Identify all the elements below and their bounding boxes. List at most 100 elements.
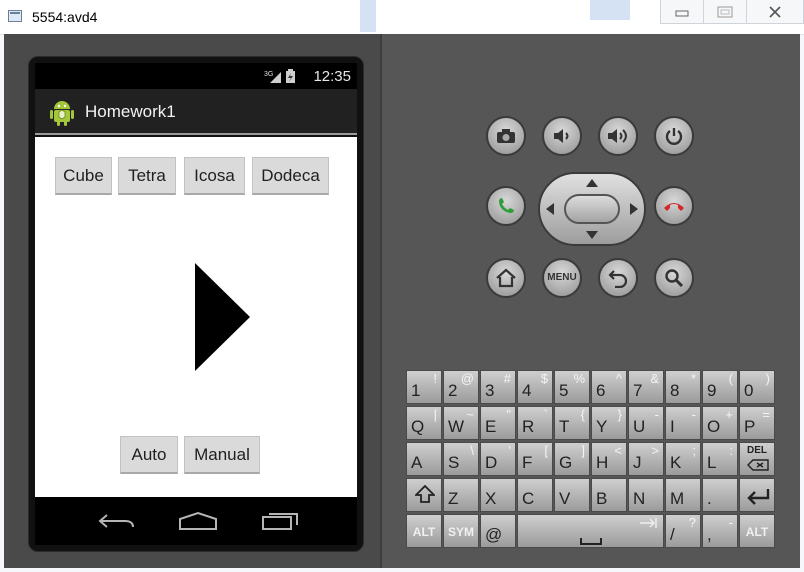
- key-l[interactable]: L:: [702, 442, 738, 476]
- call-icon: [499, 198, 514, 213]
- key-4[interactable]: 4 $: [517, 370, 553, 404]
- navigation-bar: [35, 497, 357, 545]
- key-comma[interactable]: ,-: [702, 514, 738, 548]
- key-q[interactable]: Q |: [406, 406, 442, 440]
- key-y[interactable]: Y}: [591, 406, 627, 440]
- key-sym[interactable]: SYM: [443, 514, 479, 548]
- dpad-left-icon[interactable]: [546, 203, 554, 215]
- icosa-button[interactable]: Icosa: [184, 157, 245, 195]
- key-c[interactable]: C: [517, 478, 553, 512]
- dpad[interactable]: [538, 172, 646, 246]
- signal-icon: 3G: [264, 71, 281, 83]
- key-alt-left[interactable]: ALT: [406, 514, 442, 548]
- camera-button[interactable]: [486, 116, 526, 156]
- key-9[interactable]: 9(: [702, 370, 738, 404]
- key-s[interactable]: S \: [443, 442, 479, 476]
- key-x[interactable]: X: [480, 478, 516, 512]
- window-controls: [660, 0, 804, 26]
- status-icons: 3G: [264, 69, 295, 83]
- key-t[interactable]: T{: [554, 406, 590, 440]
- key-j[interactable]: J >: [628, 442, 664, 476]
- end-call-icon: [664, 203, 684, 211]
- key-v[interactable]: V: [554, 478, 590, 512]
- key-space[interactable]: [517, 514, 664, 548]
- key-slash[interactable]: /?: [665, 514, 701, 548]
- key-p[interactable]: P =: [739, 406, 775, 440]
- app-content: Cube Tetra Icosa Dodeca Auto Manual: [35, 137, 357, 497]
- key-w[interactable]: W ~: [443, 406, 479, 440]
- camera-icon: [497, 129, 515, 143]
- key-z[interactable]: Z: [443, 478, 479, 512]
- volume-up-button[interactable]: [598, 116, 638, 156]
- maximize-icon: [717, 6, 733, 17]
- window-app-icon: [8, 10, 22, 22]
- search-button[interactable]: [654, 258, 694, 298]
- key-d[interactable]: D ': [480, 442, 516, 476]
- volume-down-button[interactable]: [542, 116, 582, 156]
- key-k[interactable]: K;: [665, 442, 701, 476]
- key-e[interactable]: E ": [480, 406, 516, 440]
- end-call-button[interactable]: [654, 186, 694, 226]
- enter-icon: [747, 489, 770, 505]
- key-delete[interactable]: DEL: [739, 442, 775, 476]
- menu-label: MENU: [547, 272, 577, 283]
- key-enter[interactable]: [739, 478, 775, 512]
- key-period[interactable]: .: [702, 478, 738, 512]
- key-r[interactable]: R `: [517, 406, 553, 440]
- key-8[interactable]: 8 *: [665, 370, 701, 404]
- tetra-button[interactable]: Tetra: [118, 157, 176, 195]
- key-1[interactable]: 1!: [406, 370, 442, 404]
- key-u[interactable]: U-: [628, 406, 664, 440]
- key-5[interactable]: 5%: [554, 370, 590, 404]
- delete-label: DEL: [747, 445, 767, 456]
- key-i[interactable]: I-: [665, 406, 701, 440]
- key-3[interactable]: 3 #: [480, 370, 516, 404]
- key-m[interactable]: M: [665, 478, 701, 512]
- menu-button[interactable]: MENU: [542, 258, 582, 298]
- minimize-icon: [675, 10, 689, 16]
- home-nav-icon[interactable]: [178, 511, 218, 531]
- backspace-icon: [747, 459, 769, 471]
- dpad-center-button[interactable]: [564, 194, 620, 224]
- key-alt-right[interactable]: ALT: [739, 514, 775, 548]
- key-g[interactable]: G]: [554, 442, 590, 476]
- volume-down-icon: [554, 129, 569, 143]
- recent-apps-nav-icon[interactable]: [261, 511, 299, 531]
- phone-device: 3G 12:35 Homework1 Cube Tetra Icosa Dode…: [28, 56, 364, 552]
- key-h[interactable]: H <: [591, 442, 627, 476]
- dpad-right-icon[interactable]: [630, 203, 638, 215]
- dodeca-button[interactable]: Dodeca: [252, 157, 329, 195]
- power-button[interactable]: [654, 116, 694, 156]
- key-7[interactable]: 7 &: [628, 370, 664, 404]
- close-button[interactable]: [746, 0, 804, 24]
- emulator-keyboard: 1! 2 @ 3 # 4 $ 5% 6 ^ 7 & 8 * 9( 0) Q | W ~ E " R…: [404, 368, 776, 548]
- key-2[interactable]: 2 @: [443, 370, 479, 404]
- app-title: Homework1: [85, 102, 176, 121]
- rendered-shape: [195, 263, 250, 371]
- back-nav-icon[interactable]: [97, 511, 135, 531]
- search-icon: [665, 269, 684, 288]
- auto-button[interactable]: Auto: [120, 436, 178, 474]
- key-b[interactable]: B: [591, 478, 627, 512]
- key-f[interactable]: F[: [517, 442, 553, 476]
- space-icon: [580, 538, 602, 545]
- call-button[interactable]: [486, 186, 526, 226]
- status-clock: 12:35: [313, 68, 351, 85]
- cube-button[interactable]: Cube: [55, 157, 112, 195]
- key-0[interactable]: 0): [739, 370, 775, 404]
- key-6[interactable]: 6 ^: [591, 370, 627, 404]
- home-button[interactable]: [486, 258, 526, 298]
- maximize-button[interactable]: [703, 0, 747, 24]
- key-n[interactable]: N: [628, 478, 664, 512]
- status-bar: 3G 12:35: [35, 63, 357, 89]
- back-button[interactable]: [598, 258, 638, 298]
- minimize-button[interactable]: [660, 0, 704, 24]
- back-icon: [608, 270, 628, 288]
- key-at[interactable]: @: [480, 514, 516, 548]
- dpad-up-icon[interactable]: [586, 179, 598, 187]
- key-a[interactable]: A: [406, 442, 442, 476]
- manual-button[interactable]: Manual: [184, 436, 260, 474]
- key-shift[interactable]: [406, 478, 442, 512]
- dpad-down-icon[interactable]: [586, 231, 598, 239]
- key-o[interactable]: O +: [702, 406, 738, 440]
